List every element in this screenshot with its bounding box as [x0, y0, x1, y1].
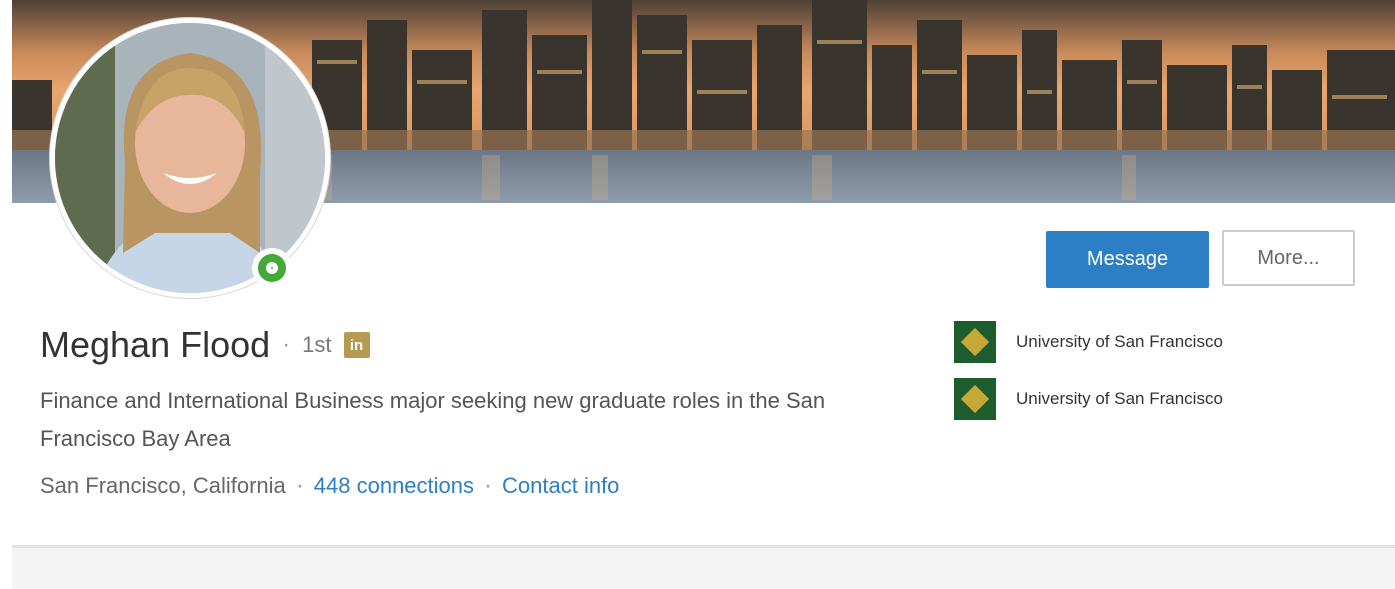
- connections-link[interactable]: 448 connections: [314, 473, 474, 499]
- profile-meta: San Francisco, California · 448 connecti…: [40, 472, 619, 500]
- profile-card: Message More... Meghan Flood · 1st in Fi…: [12, 0, 1395, 555]
- name-row: Meghan Flood · 1st in: [40, 320, 370, 370]
- contact-info-link[interactable]: Contact info: [502, 473, 619, 499]
- profile-name: Meghan Flood: [40, 324, 271, 365]
- next-section: [12, 548, 1395, 589]
- school-logo-icon: [954, 378, 996, 420]
- online-status-icon: [252, 248, 292, 288]
- school-logo-icon: [954, 321, 996, 363]
- linkedin-icon: in: [343, 332, 370, 358]
- more-button[interactable]: More...: [1222, 230, 1355, 286]
- name-separator: ·: [282, 331, 291, 358]
- meta-separator: ·: [295, 472, 304, 499]
- education-item[interactable]: University of San Francisco: [954, 378, 1223, 420]
- school-name: University of San Francisco: [1016, 389, 1223, 408]
- connection-degree: 1st: [302, 332, 332, 357]
- education-item[interactable]: University of San Francisco: [954, 321, 1223, 363]
- message-button[interactable]: Message: [1046, 231, 1209, 288]
- meta-separator: ·: [484, 472, 493, 499]
- location: San Francisco, California: [40, 473, 286, 498]
- profile-headline: Finance and International Business major…: [40, 388, 826, 451]
- school-name: University of San Francisco: [1016, 332, 1223, 351]
